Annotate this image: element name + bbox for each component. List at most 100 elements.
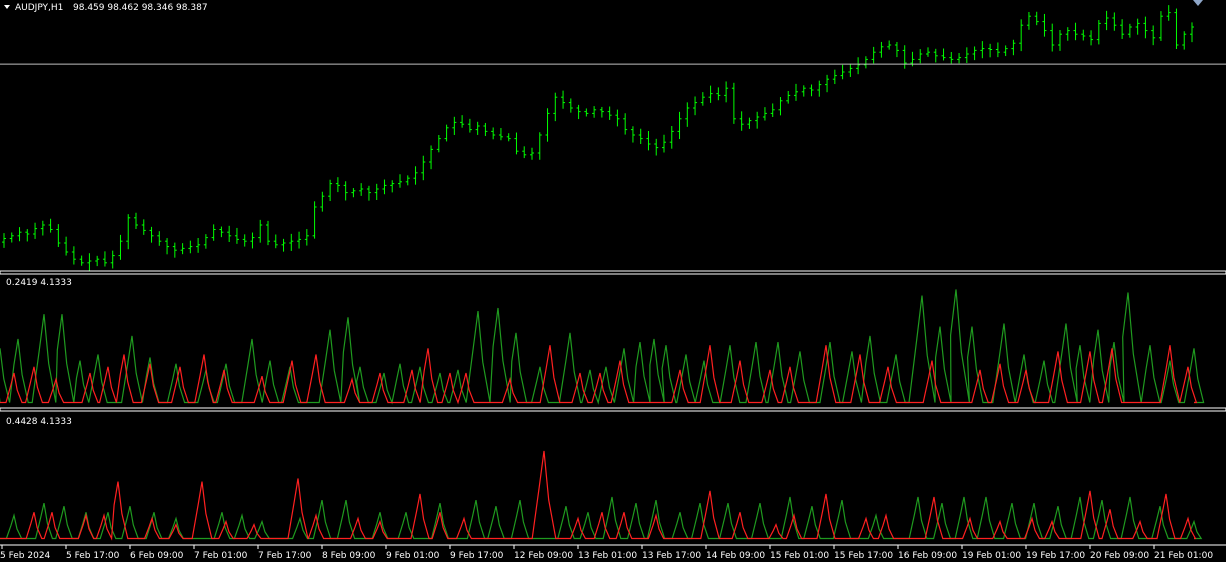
ohlc-bar — [460, 115, 465, 128]
ohlc-bar — [110, 250, 115, 269]
ohlc-bar — [1143, 16, 1148, 39]
indicator-2-panel[interactable] — [0, 450, 1203, 541]
symbol-label: AUDJPY,H1 — [15, 3, 63, 13]
ohlc-bar — [685, 102, 690, 127]
ohlc-bar — [786, 90, 791, 104]
ohlc-bar — [949, 52, 954, 64]
ohlc-bar — [359, 183, 364, 196]
ohlc-bar — [118, 234, 123, 260]
ohlc-bar — [794, 83, 798, 101]
ohlc-bar — [957, 53, 962, 64]
ohlc-bar — [64, 236, 69, 256]
time-axis: 5 Feb 2024 5 Feb 17:00 6 Feb 09:00 7 Feb 01… — [0, 545, 1213, 561]
ohlc-bar — [1065, 27, 1070, 41]
time-axis-label: 8 Feb 09:00 — [322, 551, 376, 561]
ohlc-bar — [1166, 5, 1171, 21]
ohlc-bar — [320, 191, 325, 212]
ohlc-bar — [180, 243, 185, 255]
ohlc-bar — [498, 128, 503, 141]
ohlc-bar — [677, 111, 682, 140]
ohlc-bar — [188, 240, 193, 254]
price-panel[interactable] — [2, 5, 1194, 271]
ohlc-bar — [747, 117, 752, 129]
ohlc-bar — [840, 64, 845, 80]
shift-marker-icon[interactable] — [1193, 0, 1203, 6]
ohlc-bar — [530, 147, 534, 160]
panel-separator-2 — [0, 407, 1226, 412]
ohlc-bar — [491, 127, 496, 140]
ohlc-bar — [250, 232, 255, 249]
ohlc-bar — [312, 201, 317, 239]
ohlc-bar — [157, 231, 162, 246]
ohlc-bar — [514, 132, 519, 155]
ohlc-bar — [149, 226, 154, 243]
time-axis-label: 6 Feb 09:00 — [130, 551, 184, 561]
ohlc-bar — [926, 47, 930, 57]
ohlc-bar — [1104, 10, 1109, 31]
chart-canvas[interactable]: AUDJPY,H1 98.459 98.462 98.346 98.387 0.… — [0, 0, 1226, 562]
ohlc-bar — [297, 231, 302, 249]
time-axis-label: 13 Feb 01:00 — [578, 551, 637, 561]
time-axis-label: 15 Feb 17:00 — [834, 551, 893, 561]
panel-separator-1 — [0, 270, 1226, 275]
ohlc-bar — [1019, 19, 1024, 52]
ohlc-bar — [390, 180, 395, 193]
ohlc-bar — [980, 41, 985, 59]
ohlc-bar — [1151, 25, 1156, 46]
ohlc-bar — [374, 183, 379, 201]
ohlc-bar — [343, 181, 348, 201]
ohlc-bar — [770, 103, 775, 118]
time-axis-label: 5 Feb 2024 — [0, 551, 51, 561]
menu-triangle-icon[interactable] — [4, 5, 10, 9]
ohlc-bar — [335, 177, 340, 193]
ohlc-bar — [71, 246, 76, 265]
ohlc-bar — [1127, 23, 1132, 38]
ohlc-bar — [1112, 12, 1117, 31]
ohlc-bar — [809, 84, 814, 97]
ohlc-bar — [778, 97, 783, 116]
ohlc-bar — [1058, 30, 1062, 51]
time-axis-label: 7 Feb 01:00 — [194, 551, 248, 561]
ohlc-bar — [693, 96, 698, 116]
ohlc-bar — [172, 242, 177, 258]
ohlc-bar — [700, 92, 705, 106]
ohlc-bar — [615, 109, 620, 127]
ohlc-bar — [941, 48, 946, 61]
ohlc-bar — [1120, 19, 1125, 39]
ohlc-bar — [762, 107, 767, 121]
time-axis-label: 5 Feb 17:00 — [66, 551, 120, 561]
indicator-1-panel[interactable] — [0, 289, 1205, 405]
ohlc-bar — [304, 229, 309, 246]
ohlc-bar — [894, 41, 899, 58]
ohlc-bar — [863, 56, 868, 69]
ohlc-bar — [95, 255, 100, 267]
ohlc-bar — [1042, 13, 1047, 37]
ohlc-bar — [592, 106, 597, 118]
ohlc-bar — [134, 212, 138, 229]
ohlc-bar — [366, 185, 371, 201]
ohlc-bar — [405, 175, 410, 186]
ohlc-bar — [568, 98, 573, 113]
ohlc-bar — [2, 233, 6, 248]
ohlc-bar — [48, 218, 53, 233]
ohlc-bar — [1073, 22, 1078, 41]
ohlc-bar — [273, 234, 278, 249]
ohlc-bar — [1081, 29, 1086, 41]
ohlc-bar — [9, 232, 14, 243]
ohlc-bar — [211, 224, 216, 241]
ohlc-bar — [646, 131, 651, 151]
ohlc-bar — [351, 188, 356, 198]
time-axis-label: 12 Feb 09:00 — [514, 551, 573, 561]
time-axis-label: 15 Feb 01:00 — [770, 551, 829, 561]
time-axis-label: 9 Feb 01:00 — [386, 551, 440, 561]
ohlc-bar — [219, 226, 224, 238]
ohlc-bar — [467, 118, 472, 133]
time-axis-label: 19 Feb 01:00 — [962, 551, 1021, 561]
ohlc-bar — [328, 179, 333, 202]
ohlc-bar — [832, 69, 837, 85]
indicator-2-label: 0.4428 4.1333 — [6, 417, 72, 427]
ohlc-bar — [755, 111, 760, 129]
ohlc-bar — [662, 134, 666, 153]
ohlc-bar — [1050, 23, 1055, 52]
time-axis-label: 9 Feb 17:00 — [450, 551, 504, 561]
